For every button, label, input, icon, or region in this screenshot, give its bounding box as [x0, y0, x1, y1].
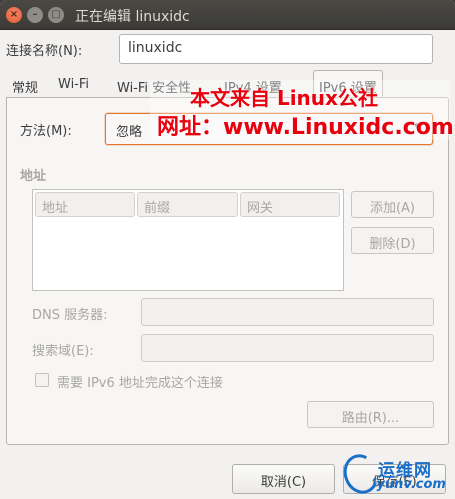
- address-table[interactable]: 地址 前缀 网关: [32, 189, 344, 291]
- connection-name-label: 连接名称(N):: [6, 44, 83, 59]
- minimize-window-button[interactable]: –: [27, 7, 43, 23]
- method-label: 方法(M):: [20, 124, 72, 139]
- search-domains-label: 搜索域(E):: [32, 344, 94, 359]
- window-title: 正在编辑 linuxidc: [75, 9, 190, 25]
- site-logo: 运维网 iyunv.com: [338, 448, 450, 499]
- column-header-address[interactable]: 地址: [35, 192, 135, 217]
- routes-button[interactable]: 路由(R)...: [307, 401, 434, 428]
- tab-general[interactable]: 常规: [6, 70, 44, 97]
- require-ipv6-checkbox[interactable]: [35, 373, 49, 387]
- cancel-button[interactable]: 取消(C): [232, 464, 335, 494]
- logo-line-2: iyunv.com: [372, 477, 446, 492]
- address-section-heading: 地址: [20, 169, 47, 184]
- delete-address-button[interactable]: 删除(D): [351, 227, 434, 254]
- connection-name-input[interactable]: linuxidc: [119, 34, 433, 64]
- close-window-button[interactable]: ×: [6, 7, 22, 23]
- search-domains-input[interactable]: [141, 334, 434, 362]
- watermark-line-1: 本文来自 Linux公社: [190, 86, 378, 110]
- method-value: 忽略: [116, 125, 143, 140]
- maximize-window-button[interactable]: □: [48, 7, 64, 23]
- dns-servers-input[interactable]: [141, 298, 434, 326]
- dns-servers-label: DNS 服务器:: [32, 308, 108, 323]
- tab-wifi[interactable]: Wi-Fi: [52, 70, 95, 97]
- watermark-line-2: 网址：www.Linuxidc.com: [157, 115, 454, 140]
- add-address-button[interactable]: 添加(A): [351, 191, 434, 218]
- column-header-prefix[interactable]: 前缀: [137, 192, 238, 217]
- column-header-gateway[interactable]: 网关: [240, 192, 340, 217]
- edit-connection-window: × – □ 正在编辑 linuxidc 连接名称(N): linuxidc 常规…: [0, 0, 455, 499]
- title-bar: × – □ 正在编辑 linuxidc: [0, 0, 455, 30]
- require-ipv6-label: 需要 IPv6 地址完成这个连接: [57, 376, 223, 391]
